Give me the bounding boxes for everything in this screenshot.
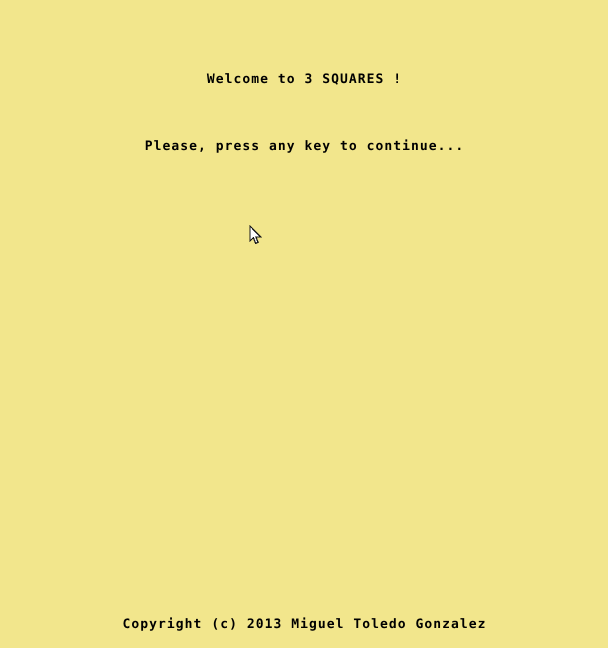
copyright-notice: Copyright (c) 2013 Miguel Toledo Gonzale… xyxy=(122,617,487,632)
mouse-pointer-arrow-icon xyxy=(249,224,263,246)
game-splash-screen[interactable]: Welcome to 3 SQUARES ! Please, press any… xyxy=(0,0,608,648)
welcome-title: Welcome to 3 SQUARES ! xyxy=(206,72,403,87)
press-any-key-prompt: Please, press any key to continue... xyxy=(144,139,465,154)
